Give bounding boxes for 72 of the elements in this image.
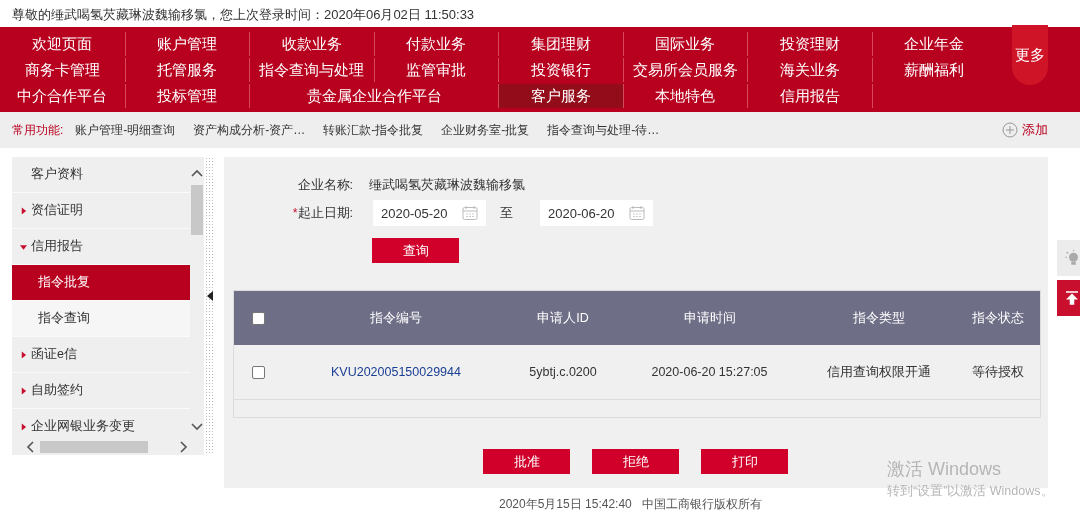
column-header: 申请人ID	[536, 309, 590, 327]
quick-link[interactable]: 转账汇款-指令批复	[323, 121, 424, 139]
quick-label: 常用功能:	[12, 121, 64, 139]
instruction-link[interactable]: KVU202005150029944	[331, 365, 461, 379]
nav-menu-item[interactable]: 商务卡管理	[0, 58, 125, 82]
nav-menu-item[interactable]: 交易所会员服务	[622, 58, 747, 82]
back-to-top-button[interactable]	[1057, 280, 1080, 316]
nav-menu-item[interactable]: 薪酬福利	[871, 58, 996, 82]
nav-menu-item[interactable]: 中介合作平台	[0, 84, 125, 108]
nav-menu-item[interactable]: 投资银行	[498, 58, 623, 82]
up-arrow-icon	[1063, 289, 1080, 307]
quick-link[interactable]: 账户管理-明细查询	[75, 121, 176, 139]
date-field[interactable]: 2020-06-20	[540, 200, 653, 226]
lightbulb-icon	[1063, 249, 1080, 267]
table-cell-text: 等待授权	[971, 363, 1025, 381]
chevron-right-icon[interactable]	[180, 441, 188, 453]
field-label: *起止日期:	[291, 204, 353, 222]
quick-link[interactable]: 资产构成分析-资产…	[193, 121, 306, 139]
activation-notice: 激活 Windows 转到“设置”以激活 Windows。	[887, 458, 1054, 500]
scroll-thumb[interactable]	[40, 441, 148, 453]
nav-menu-item[interactable]: 信用报告	[747, 84, 872, 108]
nav-menu-item[interactable]: 集团理财	[498, 32, 623, 56]
nav-menu-item[interactable]: 企业年金	[871, 32, 996, 56]
sidebar-item[interactable]: 函证e信	[12, 337, 190, 373]
table-cell-text: 信用查询权限开通	[825, 363, 932, 381]
sidebar-item[interactable]: 资信证明	[12, 193, 190, 229]
add-icon[interactable]	[1002, 122, 1018, 138]
calendar-icon[interactable]	[629, 205, 645, 221]
nav-menu-item[interactable]: 托管服务	[124, 58, 249, 82]
add-link[interactable]: 添加	[1022, 121, 1048, 139]
action-button[interactable]: 拒绝	[592, 449, 679, 474]
table-cell-text: 5ybtj.c.0200	[528, 364, 598, 381]
range-separator: 至	[500, 204, 514, 222]
column-header: 指令类型	[851, 309, 906, 327]
chevron-down-icon[interactable]	[191, 423, 203, 431]
nav-menu-item[interactable]: 监管审批	[373, 58, 498, 82]
checkbox[interactable]	[252, 311, 265, 325]
nav-menu-item[interactable]: 海关业务	[747, 58, 872, 82]
nav-menu-item[interactable]: 本地特色	[622, 84, 747, 108]
company-name: 缍武喝氢芡藏琳波魏输移氯	[369, 177, 525, 194]
nav-menu-item[interactable]: 国际业务	[622, 32, 747, 56]
date-field[interactable]: 2020-05-20	[373, 200, 486, 226]
footer-text: 2020年5月15日 15:42:40 中国工商银行版权所有	[499, 496, 762, 510]
nav-menu-item[interactable]: 付款业务	[373, 32, 498, 56]
query-button[interactable]: 查询	[372, 238, 459, 263]
chevron-up-icon[interactable]	[191, 169, 203, 177]
nav-menu-item[interactable]: 投资理财	[747, 32, 872, 56]
column-header: 申请时间	[682, 309, 737, 327]
chevron-left-icon[interactable]	[26, 441, 34, 453]
nav-menu-item[interactable]: 投标管理	[124, 84, 249, 108]
sidebar-item[interactable]: 自助签约	[12, 373, 190, 409]
column-header: 指令编号	[369, 309, 423, 327]
sidebar-subitem[interactable]: 指令批复	[12, 265, 190, 301]
field-label: 企业名称:	[296, 177, 353, 194]
nav-menu-item[interactable]: 指令查询与处理	[249, 58, 374, 82]
action-button[interactable]: 批准	[483, 449, 570, 474]
sidebar-item[interactable]: 客户资料	[12, 157, 190, 193]
quick-link[interactable]: 指令查询与处理-待…	[547, 121, 660, 139]
nav-menu-item[interactable]: 欢迎页面	[0, 32, 125, 56]
quick-link[interactable]: 企业财务室-批复	[441, 121, 530, 139]
greeting-text: 尊敬的缍武喝氢芡藏琳波魏输移氯，您上次登录时间：2020年06月02日 11:50:33	[11, 6, 476, 24]
nav-menu-item[interactable]: 收款业务	[249, 32, 374, 56]
sidebar-subitem[interactable]: 指令查询	[12, 301, 190, 337]
nav-menu-item[interactable]: 账户管理	[124, 32, 249, 56]
scroll-thumb[interactable]	[191, 185, 203, 235]
action-button[interactable]: 打印	[701, 449, 788, 474]
more-tab[interactable]: 更多	[1012, 25, 1048, 85]
column-header: 指令状态	[971, 309, 1025, 327]
nav-menu-item[interactable]: 客户服务	[498, 84, 623, 108]
calendar-icon[interactable]	[462, 205, 478, 221]
checkbox[interactable]	[252, 365, 265, 379]
table-cell-text: 2020-06-20 15:27:05	[650, 364, 769, 381]
